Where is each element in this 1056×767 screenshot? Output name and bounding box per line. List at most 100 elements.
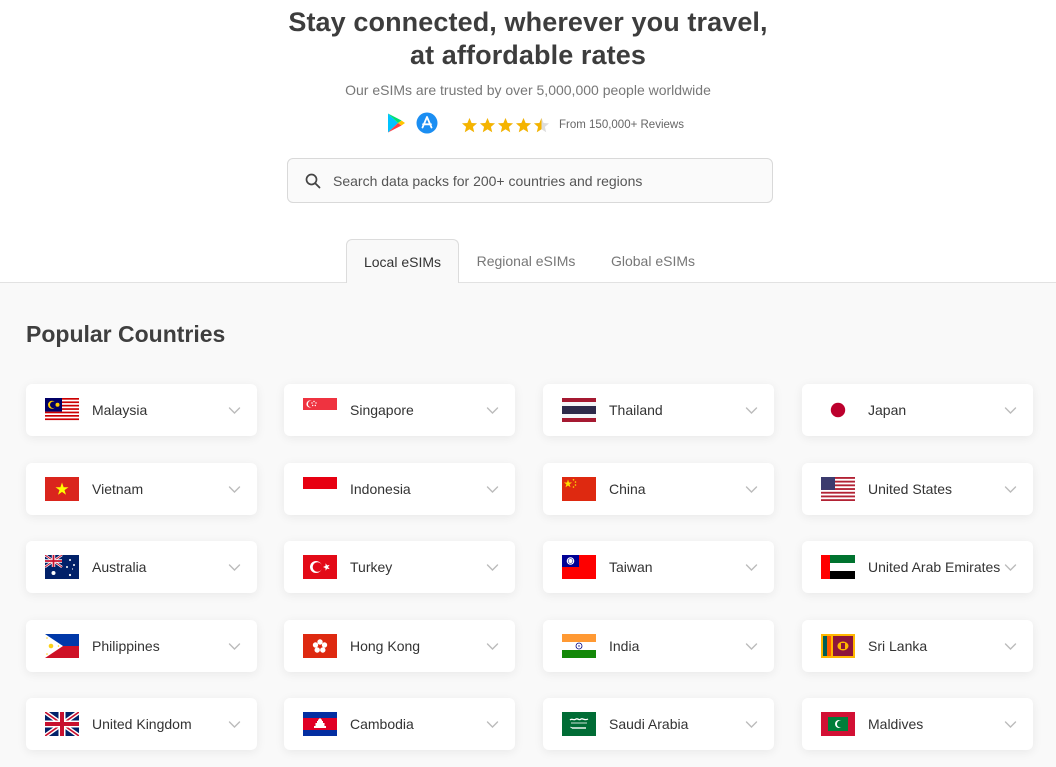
chevron-down-icon: [486, 486, 499, 493]
philippines-flag-icon: [45, 634, 79, 658]
united-kingdom-flag-icon: [45, 712, 79, 736]
country-card-china[interactable]: China: [543, 463, 774, 515]
country-name: Vietnam: [92, 481, 144, 497]
australia-flag-icon: [45, 555, 79, 579]
maldives-flag-icon: [821, 712, 855, 736]
country-card-thailand[interactable]: Thailand: [543, 384, 774, 436]
reviews-count: From 150,000+ Reviews: [559, 119, 684, 131]
star-rating: [461, 117, 551, 134]
taiwan-flag-icon: [562, 555, 596, 579]
country-name: Cambodia: [350, 716, 414, 732]
chevron-down-icon: [745, 721, 758, 728]
country-card-india[interactable]: India: [543, 620, 774, 672]
country-card-united-arab-emirates[interactable]: United Arab Emirates: [802, 541, 1033, 593]
singapore-flag-icon: [303, 398, 337, 422]
chevron-down-icon: [486, 407, 499, 414]
country-name: United Arab Emirates: [868, 559, 1001, 575]
tab-regional-esims[interactable]: Regional eSIMs: [466, 239, 586, 283]
country-card-vietnam[interactable]: Vietnam: [26, 463, 257, 515]
chevron-down-icon: [1004, 564, 1017, 571]
united-arab-emirates-flag-icon: [821, 555, 855, 579]
chevron-down-icon: [745, 486, 758, 493]
country-card-maldives[interactable]: Maldives: [802, 698, 1033, 750]
hong-kong-flag-icon: [303, 634, 337, 658]
country-card-philippines[interactable]: Philippines: [26, 620, 257, 672]
country-card-saudi-arabia[interactable]: Saudi Arabia: [543, 698, 774, 750]
indonesia-flag-icon: [303, 477, 337, 501]
united-states-flag-icon: [821, 477, 855, 501]
star-icon: [498, 117, 513, 132]
country-name: Japan: [868, 402, 907, 418]
country-card-cambodia[interactable]: Cambodia: [284, 698, 515, 750]
japan-flag-icon: [821, 398, 855, 422]
vietnam-flag-icon: [45, 477, 79, 501]
star-icon: [462, 117, 477, 132]
country-card-united-states[interactable]: United States: [802, 463, 1033, 515]
esim-type-tabs: Local eSIMs Regional eSIMs Global eSIMs: [0, 239, 1056, 284]
country-name: Australia: [92, 559, 147, 575]
chevron-down-icon: [228, 486, 241, 493]
chevron-down-icon: [228, 407, 241, 414]
cambodia-flag-icon: [303, 712, 337, 736]
country-name: Hong Kong: [350, 638, 421, 654]
chevron-down-icon: [228, 721, 241, 728]
country-name: India: [609, 638, 640, 654]
countries-section: Popular Countries Malaysia Singapore Thail…: [0, 283, 1056, 767]
chevron-down-icon: [745, 564, 758, 571]
saudi-arabia-flag-icon: [562, 712, 596, 736]
star-icon: [516, 117, 531, 132]
china-flag-icon: [562, 477, 596, 501]
country-card-singapore[interactable]: Singapore: [284, 384, 515, 436]
thailand-flag-icon: [562, 398, 596, 422]
country-card-australia[interactable]: Australia: [26, 541, 257, 593]
country-name: Turkey: [350, 559, 393, 575]
hero-title: Stay connected, wherever you travel, at …: [0, 6, 1056, 72]
india-flag-icon: [562, 634, 596, 658]
country-card-taiwan[interactable]: Taiwan: [543, 541, 774, 593]
chevron-down-icon: [1004, 486, 1017, 493]
hero-title-line1: Stay connected, wherever you travel,: [288, 7, 768, 37]
chevron-down-icon: [1004, 721, 1017, 728]
country-name: Sri Lanka: [868, 638, 928, 654]
country-name: Taiwan: [609, 559, 653, 575]
google-play-icon[interactable]: [385, 112, 407, 134]
country-card-turkey[interactable]: Turkey: [284, 541, 515, 593]
country-card-hong-kong[interactable]: Hong Kong: [284, 620, 515, 672]
chevron-down-icon: [486, 721, 499, 728]
country-name: United States: [868, 481, 953, 497]
country-name: Thailand: [609, 402, 663, 418]
star-icon: [480, 117, 495, 132]
country-name: Saudi Arabia: [609, 716, 689, 732]
hero-subtitle: Our eSIMs are trusted by over 5,000,000 …: [345, 82, 711, 98]
country-name: Singapore: [350, 402, 414, 418]
chevron-down-icon: [486, 643, 499, 650]
turkey-flag-icon: [303, 555, 337, 579]
chevron-down-icon: [745, 643, 758, 650]
country-card-japan[interactable]: Japan: [802, 384, 1033, 436]
tab-global-esims[interactable]: Global eSIMs: [596, 239, 710, 283]
country-name: Indonesia: [350, 481, 411, 497]
tab-local-esims[interactable]: Local eSIMs: [346, 239, 459, 284]
country-name: United Kingdom: [92, 716, 192, 732]
hero-title-line2: at affordable rates: [410, 40, 646, 70]
country-name: Maldives: [868, 716, 924, 732]
country-card-united-kingdom[interactable]: United Kingdom: [26, 698, 257, 750]
country-card-sri-lanka[interactable]: Sri Lanka: [802, 620, 1033, 672]
country-name: Philippines: [92, 638, 160, 654]
section-title: Popular Countries: [26, 321, 226, 347]
malaysia-flag-icon: [45, 398, 79, 422]
rating-row: From 150,000+ Reviews: [385, 110, 684, 136]
search-icon: [305, 173, 321, 188]
app-store-icon[interactable]: [416, 112, 438, 134]
search-box[interactable]: [287, 158, 773, 203]
country-card-malaysia[interactable]: Malaysia: [26, 384, 257, 436]
country-card-indonesia[interactable]: Indonesia: [284, 463, 515, 515]
country-name: Malaysia: [92, 402, 148, 418]
star-icon: [534, 117, 549, 132]
search-input[interactable]: [333, 172, 733, 189]
chevron-down-icon: [745, 407, 758, 414]
chevron-down-icon: [486, 564, 499, 571]
chevron-down-icon: [1004, 407, 1017, 414]
chevron-down-icon: [228, 564, 241, 571]
hero-section: Stay connected, wherever you travel, at …: [0, 0, 1056, 284]
